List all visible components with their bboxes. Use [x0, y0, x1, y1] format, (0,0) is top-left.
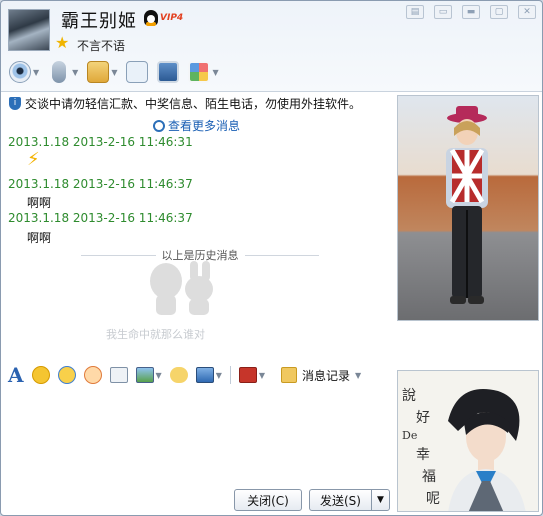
shake-window-icon[interactable] [83, 366, 102, 384]
skin-button[interactable]: ▤ [406, 5, 424, 19]
webcam-icon [9, 61, 31, 83]
clock-icon [153, 119, 165, 132]
close-button[interactable]: 关闭(C) [234, 489, 302, 511]
contact-signature: 不言不语 [77, 39, 126, 53]
chevron-down-icon[interactable]: ▼ [371, 490, 389, 510]
contact-nickname[interactable]: 霸王别姬 [61, 7, 137, 33]
message-input[interactable] [5, 389, 393, 485]
rich-text-icon[interactable] [109, 367, 128, 383]
chat-history-icon [281, 367, 297, 383]
contact-show-image[interactable] [397, 95, 539, 321]
maximize-button[interactable]: ▢ [490, 5, 508, 19]
image-icon [135, 367, 154, 383]
send-image-button[interactable]: ▼ [135, 367, 162, 383]
message-record-label[interactable]: 消息记录 [302, 367, 350, 384]
chevron-down-icon[interactable]: ▼ [33, 68, 39, 77]
view-more-messages-link[interactable]: 查看更多消息 [153, 117, 240, 134]
chevron-down-icon[interactable]: ▼ [355, 371, 361, 380]
chevron-down-icon[interactable]: ▼ [212, 68, 218, 77]
app-box-button[interactable]: ▼ [238, 367, 265, 383]
avatar-show-figure [446, 106, 488, 304]
chat-toolbar: ▼ ▼ ▼ ▼ [9, 61, 219, 83]
avatar[interactable] [8, 9, 50, 51]
toolbar-separator [229, 366, 231, 384]
security-notice: i 交谈中请勿轻信汇款、中奖信息、陌生电话，勿使用外挂软件。 [9, 95, 361, 112]
message-header: 2013.1.18 2013-2-16 11:46:37 [8, 211, 193, 225]
handwritten-caption: 說 好 De 幸 福 呢 [402, 388, 440, 507]
font-button[interactable]: A [8, 365, 24, 385]
chevron-down-icon[interactable]: ▼ [259, 371, 265, 380]
voice-call-button[interactable]: ▼ [48, 61, 78, 83]
microphone-icon [52, 61, 67, 83]
lightning-icon: ⚡ [27, 149, 40, 170]
vip-badge[interactable]: VIP4 [144, 10, 183, 26]
security-notice-text: 交谈中请勿轻信汇款、中奖信息、陌生电话，勿使用外挂软件。 [25, 97, 362, 111]
divider-line [81, 254, 156, 256]
close-window-button[interactable]: ✕ [518, 5, 536, 19]
message-body: 啊啊 [27, 196, 52, 210]
apps-button[interactable]: ▼ [188, 61, 219, 83]
video-call-button[interactable]: ▼ [9, 61, 39, 83]
message-body: 啊啊 [27, 231, 52, 245]
message-header: 2013.1.18 2013-2-16 11:46:31 [8, 135, 193, 149]
message-record-button[interactable]: 消息记录 ▼ [281, 367, 361, 384]
vip-level: VIP4 [160, 13, 184, 23]
watermark-figure-icon [150, 261, 213, 315]
emoji-icon[interactable] [31, 366, 50, 384]
input-toolbar: A ▼ ▼ ▼ 消息记录 ▼ [8, 365, 361, 385]
chevron-down-icon[interactable]: ▼ [72, 68, 78, 77]
send-button[interactable]: 发送(S) ▼ [309, 489, 390, 511]
apps-grid-icon [188, 61, 211, 83]
my-show-image[interactable]: 說 好 De 幸 福 呢 [397, 370, 539, 512]
star-icon: ★ [55, 33, 70, 52]
send-file-button[interactable]: ▼ [87, 61, 117, 83]
create-group-button[interactable] [126, 61, 149, 83]
remote-assist-button[interactable] [157, 61, 180, 83]
monitor-icon [157, 61, 180, 83]
close-button-label[interactable]: 关闭(C) [247, 492, 289, 509]
shield-icon: i [9, 97, 21, 110]
screenshot-icon [195, 367, 214, 383]
sidebar-button[interactable]: ▭ [434, 5, 452, 19]
folder-transfer-icon [87, 61, 110, 83]
view-more-label[interactable]: 查看更多消息 [168, 117, 240, 134]
toolbar-divider [1, 91, 542, 92]
chevron-down-icon[interactable]: ▼ [156, 371, 162, 380]
window-controls: ▤ ▭ ▬ ▢ ✕ [406, 5, 536, 19]
divider-line [244, 254, 319, 256]
minimize-button[interactable]: ▬ [462, 5, 480, 19]
message-header: 2013.1.18 2013-2-16 11:46:37 [8, 177, 193, 191]
chevron-down-icon[interactable]: ▼ [111, 68, 117, 77]
watermark-text: 我生命中就那么谁对 [106, 328, 205, 341]
group-chat-icon [126, 61, 149, 83]
chevron-down-icon[interactable]: ▼ [216, 371, 222, 380]
magic-face-icon[interactable] [57, 366, 76, 384]
music-icon[interactable] [169, 367, 188, 383]
send-button-label[interactable]: 发送(S) [320, 492, 361, 509]
screenshot-button[interactable]: ▼ [195, 367, 222, 383]
red-box-icon [238, 367, 257, 383]
chat-window: 霸王别姬 VIP4 ★ 不言不语 ▤ ▭ ▬ ▢ ✕ ▼ ▼ ▼ ▼ i 交谈中… [0, 0, 543, 516]
qq-penguin-icon [144, 10, 158, 26]
